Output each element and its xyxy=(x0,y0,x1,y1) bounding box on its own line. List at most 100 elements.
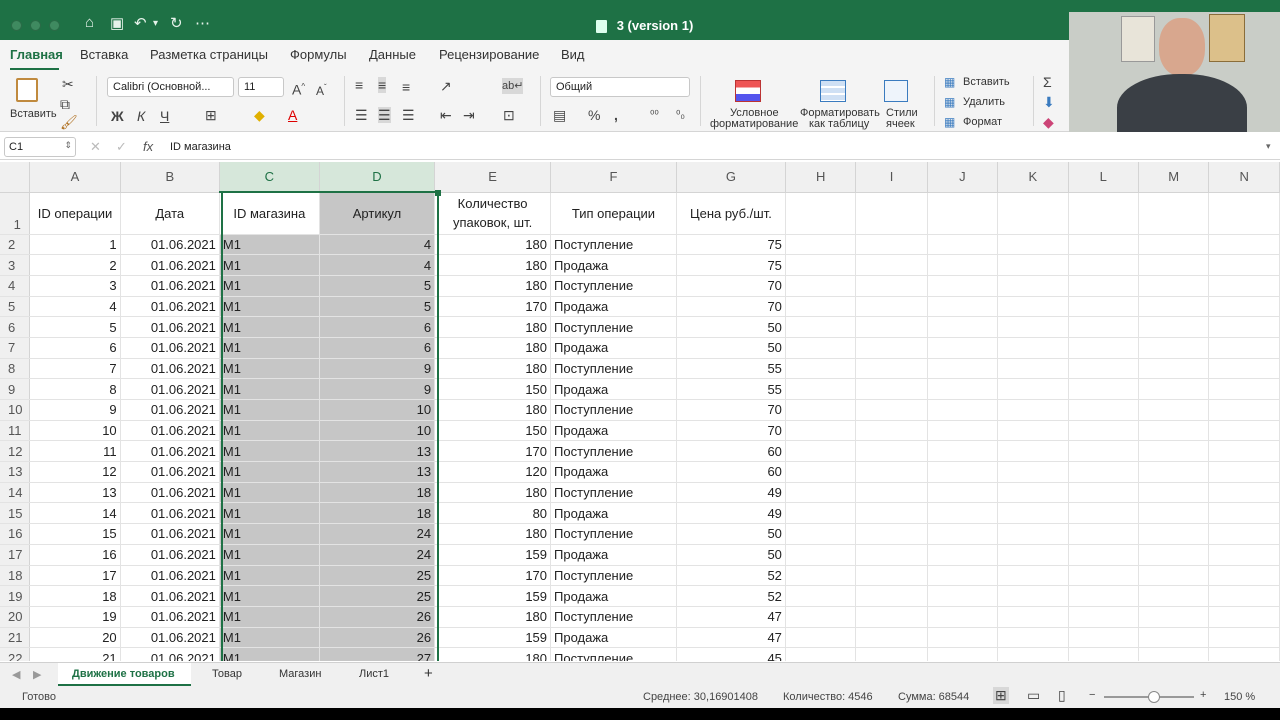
cell[interactable]: 01.06.2021 xyxy=(120,275,220,297)
zoom-slider-thumb[interactable] xyxy=(1148,691,1160,703)
cell[interactable]: 55 xyxy=(676,358,786,380)
empty-cell[interactable] xyxy=(1138,316,1210,338)
cell[interactable]: 01.06.2021 xyxy=(120,461,220,483)
bold-button[interactable]: Ж xyxy=(111,108,124,124)
empty-cell[interactable] xyxy=(1208,192,1280,235)
empty-cell[interactable] xyxy=(997,461,1069,483)
name-box[interactable]: C1 ⇕ xyxy=(4,137,76,157)
empty-cell[interactable] xyxy=(997,420,1069,442)
decrease-decimal-icon[interactable]: ⁰₀ xyxy=(676,107,685,123)
row-header[interactable]: 11 xyxy=(0,420,31,442)
empty-cell[interactable] xyxy=(927,523,999,545)
cell[interactable]: 1 xyxy=(29,234,121,256)
header-cell[interactable]: ID операции xyxy=(29,192,121,235)
empty-cell[interactable] xyxy=(1068,565,1139,587)
empty-cell[interactable] xyxy=(855,296,928,318)
empty-cell[interactable] xyxy=(855,316,928,338)
empty-cell[interactable] xyxy=(1068,358,1139,380)
cell[interactable]: 01.06.2021 xyxy=(120,399,220,421)
cell[interactable]: 01.06.2021 xyxy=(120,234,220,256)
redo-icon[interactable]: ↻ xyxy=(170,14,183,32)
empty-cell[interactable] xyxy=(855,461,928,483)
empty-cell[interactable] xyxy=(1208,544,1280,566)
column-header-b[interactable]: B xyxy=(120,162,220,193)
conditional-formatting-button[interactable]: Условное форматирование xyxy=(710,76,798,130)
cell[interactable]: 170 xyxy=(434,565,552,587)
cell[interactable]: 60 xyxy=(676,440,786,463)
cell[interactable]: 19 xyxy=(29,606,121,628)
row-header[interactable]: 2 xyxy=(0,234,31,256)
cell[interactable]: 10 xyxy=(29,420,121,442)
cell[interactable]: 4 xyxy=(29,296,121,318)
empty-cell[interactable] xyxy=(1208,358,1280,380)
empty-cell[interactable] xyxy=(997,399,1069,421)
empty-cell[interactable] xyxy=(1208,502,1280,525)
cell[interactable]: 21 xyxy=(29,647,121,661)
cell[interactable]: 47 xyxy=(676,627,786,649)
cell[interactable]: 70 xyxy=(676,399,786,421)
cell[interactable]: 17 xyxy=(29,565,121,587)
empty-cell[interactable] xyxy=(1068,606,1139,628)
empty-cell[interactable] xyxy=(1208,627,1280,649)
format-cells-button[interactable]: Формат xyxy=(963,116,1002,128)
empty-cell[interactable] xyxy=(785,544,857,566)
cell[interactable]: 180 xyxy=(434,316,552,338)
empty-cell[interactable] xyxy=(997,627,1069,649)
cell[interactable]: 180 xyxy=(434,275,552,297)
column-header-d[interactable]: D xyxy=(319,162,436,193)
cancel-icon[interactable]: ✕ xyxy=(90,139,101,155)
cell[interactable]: 01.06.2021 xyxy=(120,358,220,380)
cell[interactable]: 49 xyxy=(676,502,786,525)
select-all-corner[interactable] xyxy=(0,162,31,193)
empty-cell[interactable] xyxy=(1138,502,1210,525)
cell[interactable]: 01.06.2021 xyxy=(120,606,220,628)
cell[interactable]: 75 xyxy=(676,254,786,276)
column-header-a[interactable]: A xyxy=(29,162,121,193)
cell[interactable]: 180 xyxy=(434,399,552,421)
empty-cell[interactable] xyxy=(927,440,999,463)
insert-cells-button[interactable]: Вставить xyxy=(963,76,1010,88)
empty-cell[interactable] xyxy=(997,565,1069,587)
empty-cell[interactable] xyxy=(997,296,1069,318)
cell[interactable]: Поступление xyxy=(550,234,677,256)
row-header[interactable]: 16 xyxy=(0,523,31,545)
empty-cell[interactable] xyxy=(1208,647,1280,661)
empty-cell[interactable] xyxy=(1138,234,1210,256)
cell[interactable]: 180 xyxy=(434,358,552,380)
align-top-icon[interactable]: ≡ xyxy=(355,77,363,93)
empty-cell[interactable] xyxy=(997,316,1069,338)
empty-cell[interactable] xyxy=(855,254,928,276)
column-header-f[interactable]: F xyxy=(550,162,677,193)
row-header[interactable]: 8 xyxy=(0,358,31,380)
cell[interactable]: 50 xyxy=(676,544,786,566)
formula-input[interactable]: ID магазина xyxy=(170,141,231,153)
decrease-font-icon[interactable]: Aˇ xyxy=(316,80,327,99)
align-center-icon[interactable]: ☰ xyxy=(378,107,391,123)
row-header[interactable]: 19 xyxy=(0,585,31,607)
font-color-icon[interactable]: A xyxy=(288,107,297,123)
empty-cell[interactable] xyxy=(997,502,1069,525)
insert-cells-icon[interactable]: ▦ xyxy=(944,74,955,90)
empty-cell[interactable] xyxy=(1208,565,1280,587)
undo-icon[interactable]: ↶ xyxy=(134,14,147,32)
cell[interactable]: 15 xyxy=(29,523,121,545)
cell[interactable]: Поступление xyxy=(550,440,677,463)
increase-indent-icon[interactable]: ⇥ xyxy=(463,107,475,123)
empty-cell[interactable] xyxy=(785,523,857,545)
empty-cell[interactable] xyxy=(927,234,999,256)
empty-cell[interactable] xyxy=(997,585,1069,607)
header-cell[interactable]: Тип операции xyxy=(550,192,677,235)
cell[interactable]: 70 xyxy=(676,296,786,318)
empty-cell[interactable] xyxy=(1068,234,1139,256)
autosum-icon[interactable]: Σ xyxy=(1043,74,1052,90)
empty-cell[interactable] xyxy=(1068,378,1139,400)
empty-cell[interactable] xyxy=(1138,254,1210,276)
cell[interactable]: Поступление xyxy=(550,358,677,380)
empty-cell[interactable] xyxy=(1208,234,1280,256)
empty-cell[interactable] xyxy=(927,378,999,400)
cell[interactable]: 01.06.2021 xyxy=(120,544,220,566)
empty-cell[interactable] xyxy=(785,378,857,400)
cell[interactable]: Поступление xyxy=(550,399,677,421)
cell[interactable]: 20 xyxy=(29,627,121,649)
cell[interactable]: 9 xyxy=(29,399,121,421)
